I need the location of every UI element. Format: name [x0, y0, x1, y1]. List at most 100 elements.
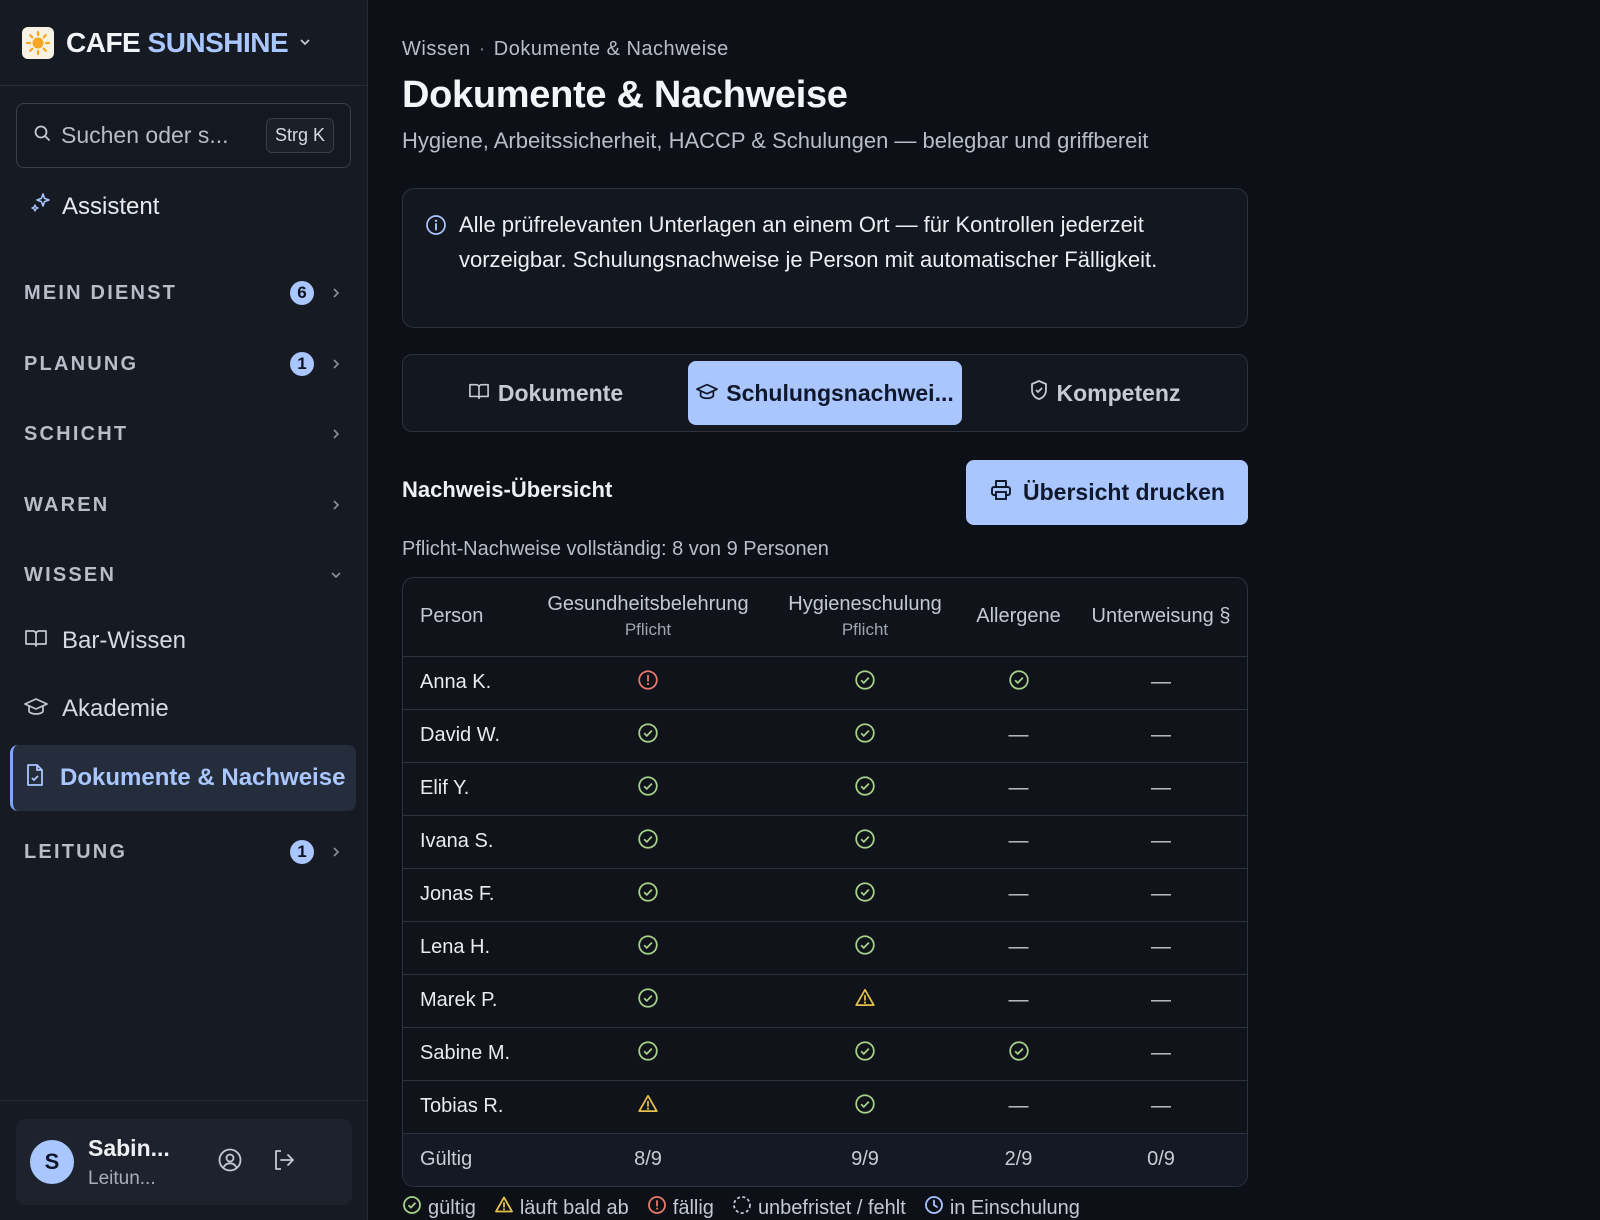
check-circle-icon — [854, 722, 876, 749]
count-badge: 1 — [290, 352, 314, 376]
logout-button[interactable] — [264, 1142, 304, 1182]
proof-table: Person Gesundheitsbelehrung Pflicht Hygie… — [402, 577, 1248, 1187]
empty-dash: — — [1151, 777, 1171, 799]
check-circle-icon — [637, 775, 659, 802]
chevron-down-icon — [328, 570, 344, 580]
count-badge: 1 — [290, 840, 314, 864]
check-circle-icon — [402, 1195, 428, 1220]
tab-kompetenz[interactable]: Kompetenz — [968, 361, 1241, 425]
table-row[interactable]: Marek P. — — — [403, 974, 1247, 1028]
sidebar-item-label: Akademie — [62, 695, 169, 722]
status-cell: — — [964, 709, 1073, 763]
breadcrumb-item-current: Dokumente & Nachweise — [493, 38, 729, 60]
status-cell — [530, 815, 766, 869]
empty-dash: — — [1008, 1095, 1029, 1117]
totals-value: 0/9 — [1073, 1133, 1247, 1186]
table-row[interactable]: Anna K. — — [403, 656, 1247, 710]
check-circle-icon — [1008, 1040, 1030, 1067]
status-cell: — — [1073, 762, 1247, 816]
status-cell — [766, 921, 964, 975]
table-row[interactable]: Elif Y. — — — [403, 762, 1247, 816]
check-circle-icon — [854, 669, 876, 696]
section-leitung[interactable]: LEITUNG 1 — [24, 832, 344, 872]
table-row[interactable]: David W. — — — [403, 709, 1247, 763]
status-cell — [766, 1027, 964, 1081]
section-label: PLANUNG — [24, 352, 139, 375]
section-waren[interactable]: WAREN — [24, 485, 344, 525]
warning-icon — [494, 1195, 520, 1220]
status-cell: — — [964, 1080, 1073, 1134]
brand-switcher[interactable]: CAFE SUNSHINE — [0, 0, 367, 86]
status-cell: — — [964, 762, 1073, 816]
clock-icon — [924, 1195, 950, 1220]
empty-dash: — — [1008, 936, 1029, 958]
section-mein-dienst[interactable]: MEIN DIENST 6 — [24, 273, 344, 313]
search-input[interactable]: Suchen oder s... Strg K — [16, 103, 351, 168]
status-cell: — — [964, 815, 1073, 869]
section-schicht[interactable]: SCHICHT — [24, 414, 344, 454]
tab-bar: Dokumente Schulungsnachwei... Kompetenz — [402, 354, 1248, 432]
status-cell: — — [1073, 1027, 1247, 1081]
empty-dash: — — [1008, 724, 1029, 746]
person-name: David W. — [403, 709, 530, 763]
empty-dash: — — [1008, 989, 1029, 1011]
legend: gültig läuft bald ab fällig unbefristet … — [402, 1195, 1098, 1220]
legend-item-due: fällig — [647, 1195, 714, 1220]
info-box: Alle prüfrelevanten Unterlagen an einem … — [402, 188, 1248, 328]
table-row[interactable]: Jonas F. — — — [403, 868, 1247, 922]
book-icon — [468, 380, 498, 407]
status-cell — [766, 1080, 964, 1134]
completion-summary: Pflicht-Nachweise vollständig: 8 von 9 P… — [402, 538, 829, 560]
legend-label: unbefristet / fehlt — [757, 1196, 906, 1219]
alert-circle-icon — [637, 669, 659, 696]
tab-schulungsnachweise[interactable]: Schulungsnachwei... — [688, 361, 962, 425]
column-header-allergene: Allergene — [964, 578, 1073, 657]
status-cell — [766, 815, 964, 869]
empty-dash: — — [1151, 724, 1171, 746]
status-cell: — — [964, 921, 1073, 975]
person-name: Elif Y. — [403, 762, 530, 816]
empty-dash: — — [1151, 936, 1171, 958]
section-wissen[interactable]: WISSEN — [24, 555, 344, 595]
sidebar-item-dokumente-nachweise[interactable]: Dokumente & Nachweise — [10, 745, 356, 811]
section-planung[interactable]: PLANUNG 1 — [24, 344, 344, 384]
table-row[interactable]: Sabine M. — — [403, 1027, 1247, 1081]
sidebar-item-bar-wissen[interactable]: Bar-Wissen — [10, 608, 356, 674]
person-name: Jonas F. — [403, 868, 530, 922]
totals-value: 2/9 — [964, 1133, 1073, 1186]
totals-value: 9/9 — [766, 1133, 964, 1186]
chevron-right-icon — [328, 499, 344, 511]
status-cell: — — [1073, 974, 1247, 1028]
assistant-link[interactable]: Assistent — [30, 192, 159, 221]
totals-label: Gültig — [403, 1133, 530, 1186]
table-row[interactable]: Lena H. — — — [403, 921, 1247, 975]
status-cell: — — [1073, 921, 1247, 975]
print-overview-button[interactable]: Übersicht drucken — [966, 460, 1248, 525]
empty-dash: — — [1151, 989, 1171, 1011]
avatar[interactable]: S — [30, 1140, 74, 1184]
table-row[interactable]: Ivana S. — — — [403, 815, 1247, 869]
check-circle-icon — [854, 775, 876, 802]
logout-icon — [271, 1147, 297, 1178]
status-cell — [964, 1027, 1073, 1081]
warning-icon — [854, 988, 876, 1014]
sidebar-item-akademie[interactable]: Akademie — [10, 676, 356, 742]
profile-button[interactable] — [210, 1142, 250, 1182]
check-circle-icon — [854, 881, 876, 908]
check-circle-icon — [854, 934, 876, 961]
section-title: Nachweis-Übersicht — [402, 477, 613, 502]
empty-dash: — — [1008, 777, 1029, 799]
table-row[interactable]: Tobias R. — — — [403, 1080, 1247, 1134]
person-name: Tobias R. — [403, 1080, 530, 1134]
user-circle-icon — [217, 1147, 243, 1178]
tab-dokumente[interactable]: Dokumente — [409, 361, 682, 425]
breadcrumb-item-wissen[interactable]: Wissen — [402, 38, 471, 60]
section-label: WISSEN — [24, 563, 117, 586]
check-circle-icon — [637, 881, 659, 908]
check-circle-icon — [637, 828, 659, 855]
status-cell — [530, 974, 766, 1028]
dashed-circle-icon — [732, 1195, 758, 1220]
status-cell — [766, 709, 964, 763]
check-circle-icon — [637, 722, 659, 749]
person-name: Ivana S. — [403, 815, 530, 869]
